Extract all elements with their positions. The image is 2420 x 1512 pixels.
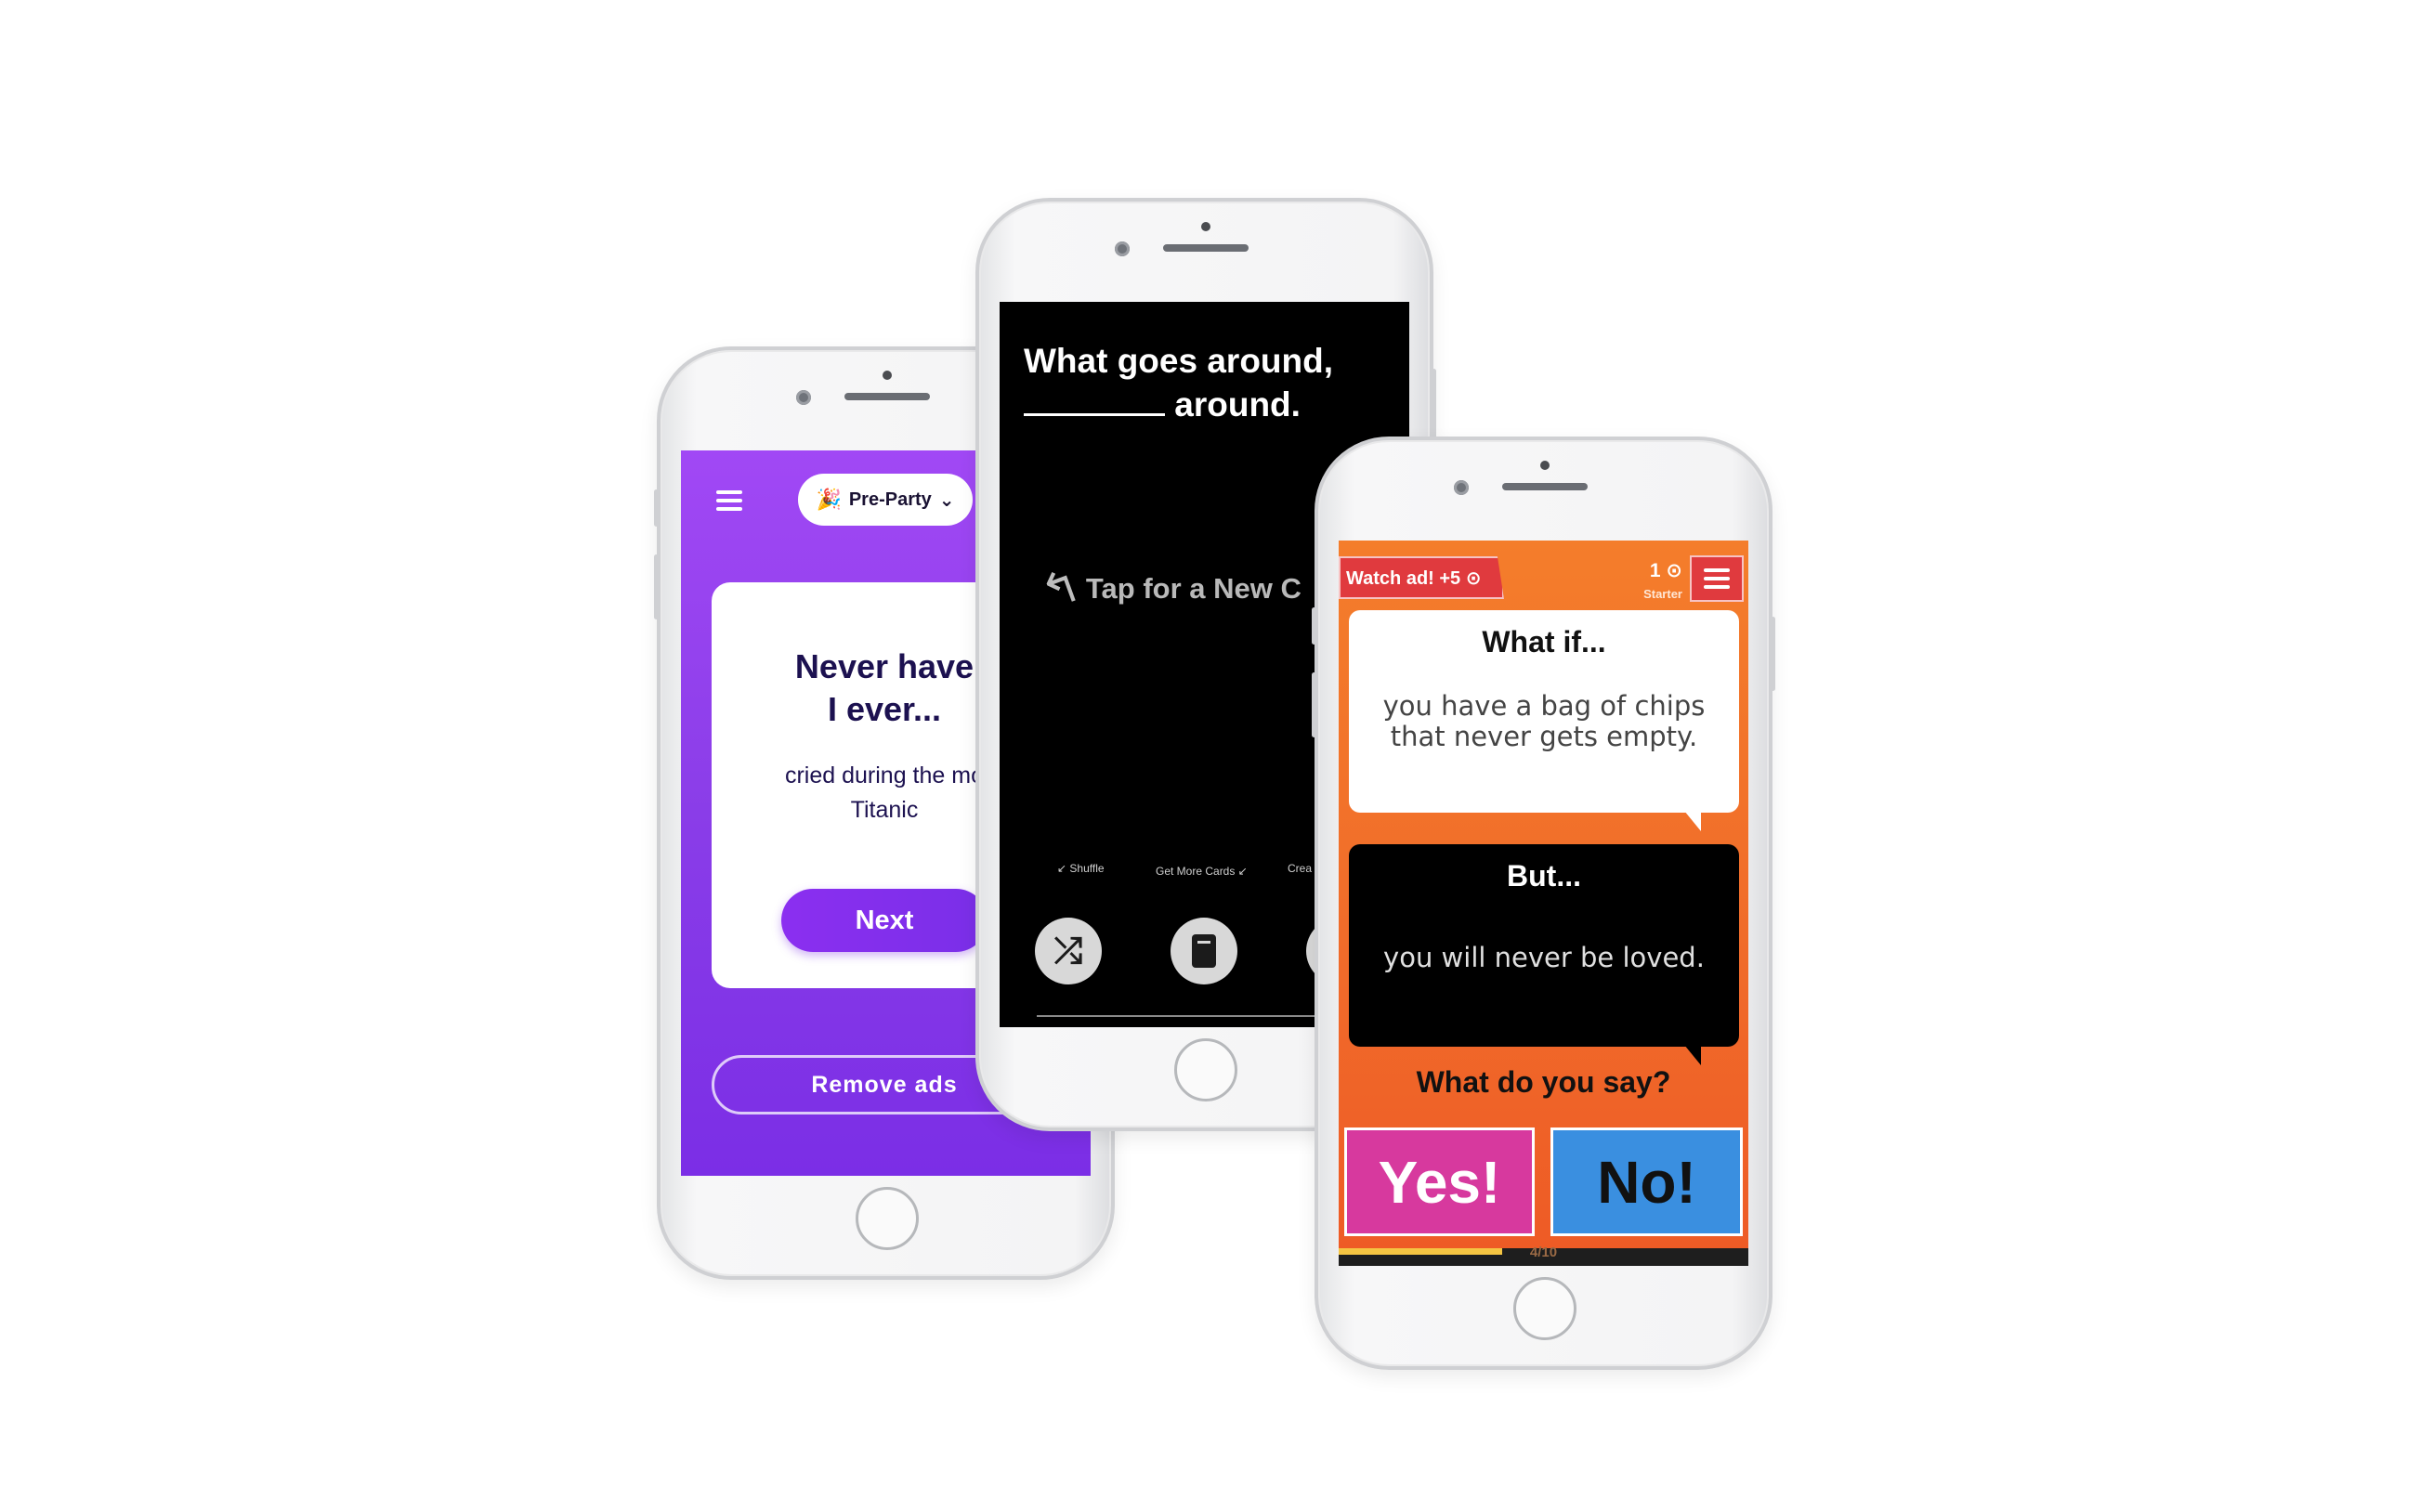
but-text: you will never be loved. [1383,942,1705,973]
shuffle-hint: ↙ Shuffle [1057,862,1105,875]
volume-up-button [1312,672,1316,737]
what-if-bubble: What if... you have a bag of chips that … [1349,610,1739,813]
category-label: Pre-Party [848,489,932,510]
category-dropdown[interactable]: 🎉 Pre-Party ⌄ [798,474,973,526]
but-title: But... [1507,859,1581,893]
watch-ad-button[interactable]: Watch ad! +5 ⊙ [1339,556,1504,599]
get-more-cards-hint-label: Get More Cards [1156,865,1236,878]
power-button [1771,617,1775,691]
level-label: Starter [1643,587,1682,601]
proximity-sensor [1540,461,1550,470]
mute-switch [1312,607,1316,645]
curved-arrow-icon: ↰ [1033,557,1089,620]
volume-up-button [654,554,659,619]
shuffle-button[interactable]: ⤮ [1035,918,1102,984]
proximity-sensor [883,371,892,380]
phone-what-if-game: Watch ad! +5 ⊙ 1 ⊙ Starter What if... yo… [1312,437,1775,1370]
yes-button[interactable]: Yes! [1344,1127,1535,1236]
shuffle-icon: ⤮ [1053,931,1083,971]
screen: Watch ad! +5 ⊙ 1 ⊙ Starter What if... yo… [1339,541,1748,1266]
hamburger-menu-icon[interactable] [716,490,742,511]
front-camera [1115,241,1130,256]
bubble-tail [1684,811,1701,831]
tap-hint: ↰ Tap for a New C [1034,558,1302,620]
create-hint: Crea [1288,862,1312,875]
party-popper-icon: 🎉 [816,488,842,511]
no-button[interactable]: No! [1550,1127,1743,1236]
chevron-down-icon: ⌄ [938,489,955,511]
question-text: What do you say? [1416,1065,1671,1099]
coin-count: 1 ⊙ [1649,560,1682,581]
earpiece-speaker [844,393,930,400]
get-more-cards-hint: Get More Cards ↙ [1156,865,1248,878]
progress-label: 4/10 [1529,1245,1558,1260]
front-camera [1454,480,1469,495]
but-bubble: But... you will never be loved. [1349,844,1739,1047]
question-card-text[interactable]: What goes around, around. [1024,339,1395,426]
earpiece-speaker [1502,483,1588,490]
question-line2: around. [1174,385,1301,424]
proximity-sensor [1201,222,1210,231]
get-more-cards-button[interactable] [1171,918,1237,984]
hamburger-menu-icon[interactable] [1690,555,1744,602]
what-if-text: you have a bag of chips that never gets … [1382,690,1706,752]
blank-line [1024,385,1165,416]
earpiece-speaker [1163,244,1249,252]
tap-hint-label: Tap for a New C [1085,572,1302,605]
bubble-tail [1684,1045,1701,1065]
shuffle-hint-label: Shuffle [1069,862,1105,875]
front-camera [796,390,811,405]
mute-switch [654,489,659,527]
what-if-title: What if... [1482,625,1606,658]
power-button [1432,369,1436,443]
next-button[interactable]: Next [781,889,988,952]
home-button[interactable] [856,1187,919,1250]
home-button[interactable] [1513,1277,1576,1340]
question-line1: What goes around, [1024,342,1333,380]
card-deck-icon [1192,934,1216,968]
home-button[interactable] [1174,1038,1237,1101]
create-hint-label: Crea [1288,862,1313,875]
